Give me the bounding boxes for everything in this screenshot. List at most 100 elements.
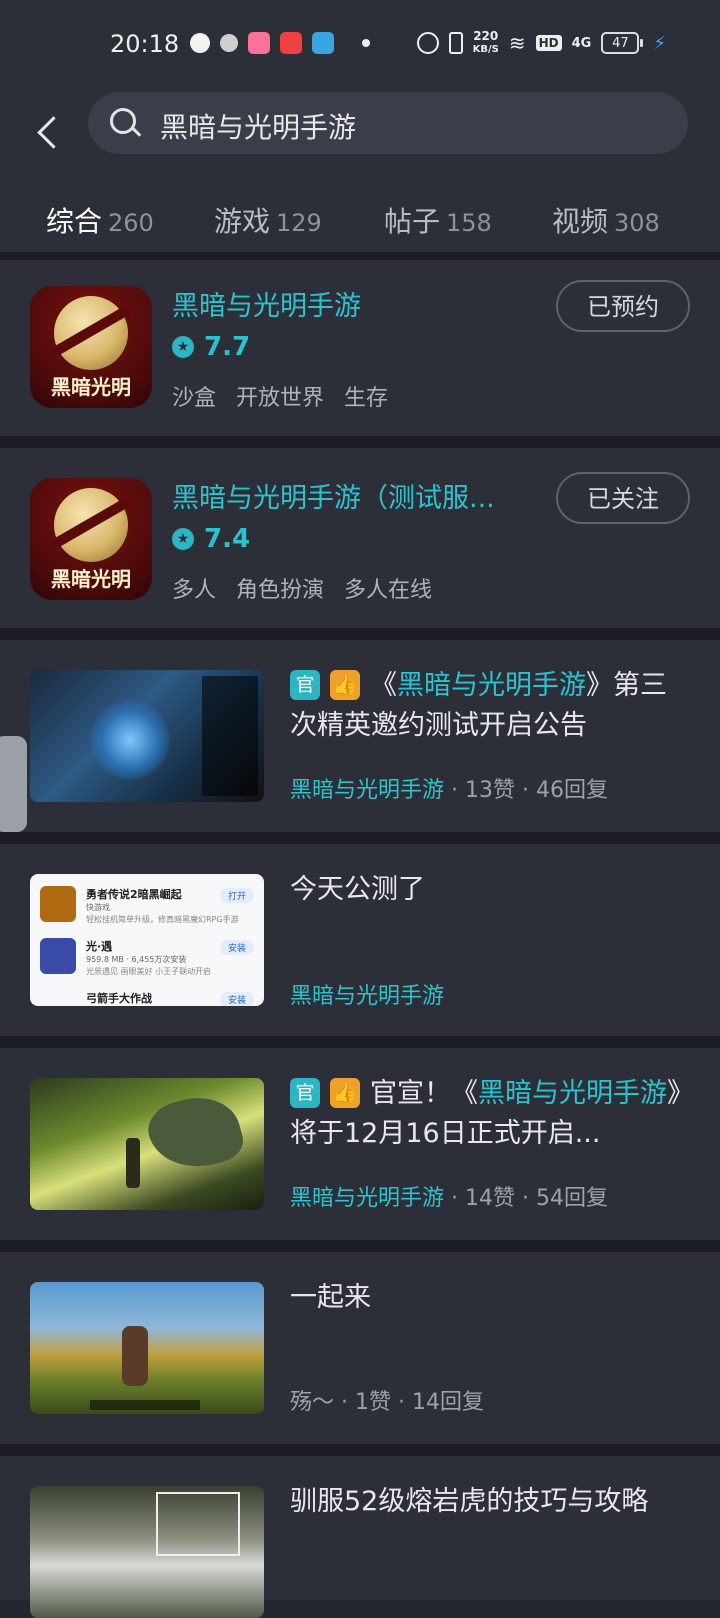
tag: 开放世界	[236, 386, 325, 411]
divider	[0, 1240, 720, 1252]
divider	[0, 436, 720, 448]
post-thumbnail	[30, 1282, 264, 1414]
post-card[interactable]: 官 👍 官宣！《黑暗与光明手游》将于12月16日正式开启... 黑暗与光明手游 · …	[0, 1048, 720, 1240]
game-icon: 黑暗光明	[30, 478, 152, 600]
alarm-icon	[416, 32, 439, 54]
bilibili-icon	[248, 32, 270, 54]
post-meta: 黑暗与光明手游 · 14赞 · 54回复	[290, 1180, 608, 1212]
battery-icon: 47	[601, 32, 644, 54]
archer-graphic	[126, 1138, 140, 1188]
battery-level: 47	[612, 35, 629, 51]
back-button[interactable]	[30, 105, 70, 161]
official-badge: 官	[290, 1078, 320, 1108]
tab-label: 视频	[552, 205, 609, 238]
signal-icon: 4G	[571, 35, 592, 51]
app-sub: 快游戏	[86, 903, 110, 912]
net-speed: 220 KB/S	[473, 30, 499, 56]
meta-game[interactable]: 黑暗与光明手游	[290, 1186, 444, 1211]
title-game-link: 黑暗与光明手游	[397, 670, 586, 701]
tab-all[interactable]: 综合 260	[46, 200, 154, 256]
tab-label: 综合	[46, 205, 103, 238]
post-title[interactable]: 官 👍 官宣！《黑暗与光明手游》将于12月16日正式开启...	[290, 1074, 686, 1154]
net-speed-unit: KB/S	[472, 44, 499, 55]
star-icon: ★	[172, 336, 194, 358]
game-card[interactable]: 黑暗光明 黑暗与光明手游 ★ 7.7 沙盒 开放世界 生存 已预约	[0, 260, 720, 436]
app-desc: 轻松挂机简单升级，修真暗黑魔幻RPG手游	[86, 915, 239, 924]
tab-videos[interactable]: 视频 308	[552, 200, 660, 240]
title-text: 《	[370, 670, 397, 701]
globe-icon	[220, 34, 238, 52]
post-title[interactable]: 今天公测了	[290, 870, 686, 910]
post-card[interactable]: 官 👍 《黑暗与光明手游》第三次精英邀约测试开启公告 黑暗与光明手游 · 13赞 ·…	[0, 640, 720, 832]
divider	[0, 252, 720, 260]
open-button: 打开	[219, 888, 254, 903]
app-icon	[40, 938, 76, 974]
meta-game[interactable]: 黑暗与光明手游	[290, 984, 444, 1009]
star-icon: ★	[172, 528, 194, 550]
hud-bar	[90, 1400, 200, 1410]
title-text: 官宣！《	[370, 1078, 478, 1109]
app-name: 勇者传说2暗黑崛起	[86, 888, 182, 901]
game-title[interactable]: 黑暗与光明手游	[172, 284, 361, 323]
meta-stats: · 13赞 · 46回复	[444, 778, 608, 803]
post-meta: 黑暗与光明手游	[290, 978, 444, 1010]
wifi-icon: ≋	[508, 31, 526, 55]
app-name: 弓箭手大作战	[86, 992, 152, 1005]
post-thumbnail	[30, 1078, 264, 1210]
post-title[interactable]: 一起来	[290, 1278, 686, 1318]
app-icon	[40, 886, 76, 922]
vibrate-icon	[448, 32, 463, 54]
hd-icon: HD	[535, 35, 562, 51]
post-card[interactable]: 驯服52级熔岩虎的技巧与攻略	[0, 1456, 720, 1618]
reserved-button[interactable]: 已预约	[556, 280, 690, 332]
official-badge: 官	[290, 670, 320, 700]
game-title[interactable]: 黑暗与光明手游（测试服...	[172, 476, 495, 515]
post-title[interactable]: 驯服52级熔岩虎的技巧与攻略	[290, 1482, 686, 1522]
tab-label: 游戏	[214, 205, 271, 238]
game-card[interactable]: 黑暗光明 黑暗与光明手游（测试服... ★ 7.4 多人 角色扮演 多人在线 已…	[0, 448, 720, 628]
game-rating: ★ 7.4	[172, 524, 250, 554]
tab-games[interactable]: 游戏 129	[214, 200, 322, 240]
install-button: 安装	[219, 940, 254, 955]
thumbs-up-icon: 👍	[330, 1078, 360, 1108]
charging-icon: ⚡	[653, 32, 666, 54]
facebook-icon	[190, 33, 210, 53]
telegram-icon	[312, 32, 334, 54]
divider	[0, 628, 720, 640]
app-name: 光·遇	[86, 940, 113, 953]
meta-game[interactable]: 黑暗与光明手游	[290, 778, 444, 803]
toutiao-icon	[280, 32, 302, 54]
search-icon	[110, 108, 136, 134]
game-logo-text: 黑暗光明	[51, 375, 131, 399]
post-thumbnail	[30, 1486, 264, 1618]
followed-button[interactable]: 已关注	[556, 472, 690, 524]
divider	[0, 1444, 720, 1456]
game-rating: ★ 7.7	[172, 332, 250, 362]
screenshot-menu-panel	[202, 676, 258, 796]
tag: 沙盒	[172, 386, 217, 411]
search-input[interactable]: 黑暗与光明手游	[160, 106, 356, 146]
tag: 多人在线	[344, 578, 433, 603]
game-tags: 沙盒 开放世界 生存	[172, 380, 388, 412]
post-title[interactable]: 官 👍 《黑暗与光明手游》第三次精英邀约测试开启公告	[290, 666, 686, 746]
system-icons: 220 KB/S ≋ HD 4G 47 ⚡	[416, 30, 666, 56]
net-speed-value: 220	[473, 29, 499, 43]
crystal-graphic	[90, 700, 170, 780]
tag: 多人	[172, 578, 217, 603]
side-drawer-handle[interactable]	[0, 736, 27, 832]
meta-stats: · 14赞 · 54回复	[444, 1186, 608, 1211]
rating-score: 7.7	[204, 332, 251, 362]
status-bar: 20:18 220 KB/S ≋ HD 4G 47 ⚡	[0, 0, 720, 90]
search-bar[interactable]: 黑暗与光明手游	[88, 92, 688, 154]
app-sub: 959.8 MB · 6,455万次安装	[86, 955, 187, 964]
post-thumbnail: 勇者传说2暗黑崛起 快游戏 轻松挂机简单升级，修真暗黑魔幻RPG手游 打开 光·…	[30, 874, 264, 1006]
tab-count: 158	[446, 209, 492, 237]
post-card[interactable]: 勇者传说2暗黑崛起 快游戏 轻松挂机简单升级，修真暗黑魔幻RPG手游 打开 光·…	[0, 844, 720, 1036]
post-card[interactable]: 一起来 殇～ · 1赞 · 14回复	[0, 1252, 720, 1444]
dot-icon	[362, 39, 370, 47]
app-desc: 光景遇见 画眼美好 小王子联动开启	[86, 967, 212, 976]
tab-posts[interactable]: 帖子 158	[384, 200, 492, 240]
post-thumbnail	[30, 670, 264, 802]
dragon-graphic	[142, 1087, 248, 1179]
search-header: 黑暗与光明手游 综合 260 游戏 129 帖子 158 视频 308	[0, 90, 720, 260]
